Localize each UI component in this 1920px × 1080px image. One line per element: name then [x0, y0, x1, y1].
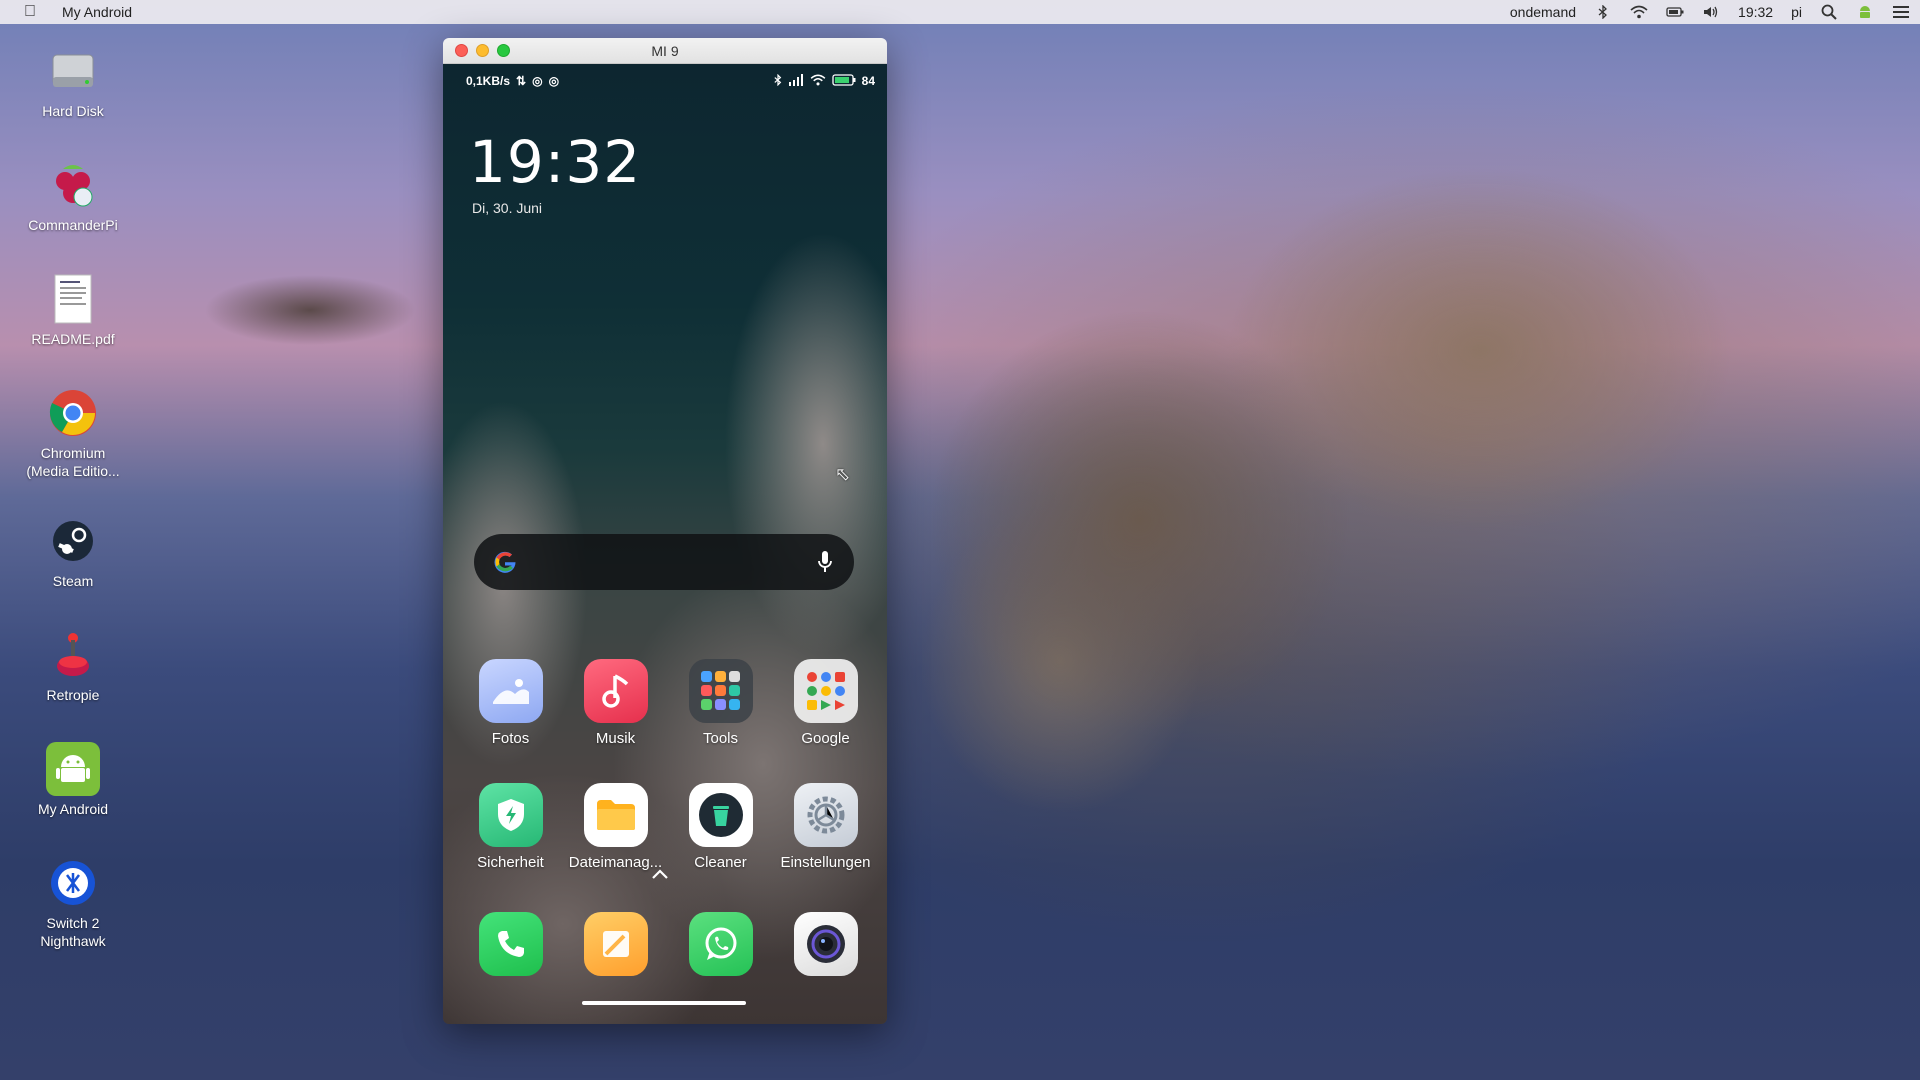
wifi-icon	[810, 74, 826, 89]
google-search-bar[interactable]	[474, 534, 854, 590]
app-tools-folder[interactable]: Tools	[668, 659, 773, 747]
chromium-icon	[46, 386, 100, 440]
app-fotos[interactable]: Fotos	[458, 659, 563, 747]
phone-status-bar: 0,1KB/s ⇅ ◎ ◎ 84	[443, 64, 887, 98]
desktop-item-label: CommanderPi	[28, 217, 118, 233]
retropie-icon	[46, 628, 100, 682]
menu-bar:  My Android ondemand 19:32 pi	[0, 0, 1920, 24]
app-label: Fotos	[491, 730, 530, 747]
desktop-item-label: Chromium (Media Editio...	[26, 445, 120, 479]
battery-icon[interactable]	[1666, 4, 1684, 20]
desktop-item-switch[interactable]: Switch 2 Nighthawk	[18, 856, 128, 950]
music-icon	[583, 659, 648, 723]
notification-icon: ◎	[532, 74, 543, 88]
desktop-item-my-android[interactable]: My Android	[18, 742, 128, 818]
sync-icon: ⇅	[516, 74, 527, 88]
microphone-icon[interactable]	[814, 547, 836, 577]
app-cleaner[interactable]: Cleaner	[668, 783, 773, 871]
desktop-item-label: Switch 2 Nighthawk	[40, 915, 106, 949]
chevron-up-icon[interactable]	[651, 864, 669, 885]
wallpaper-landmass	[880, 100, 1840, 860]
hard-disk-icon	[46, 44, 100, 98]
signal-icon	[788, 73, 804, 89]
bluetooth-icon[interactable]	[1594, 4, 1612, 20]
camera-icon	[793, 912, 858, 976]
volume-icon[interactable]	[1702, 4, 1720, 20]
phone-date: Di, 30. Juni	[472, 200, 543, 216]
desktop-item-readme[interactable]: README.pdf	[18, 272, 128, 348]
app-einstellungen[interactable]: Einstellungen	[773, 783, 878, 871]
wifi-icon[interactable]	[1630, 4, 1648, 20]
google-logo-icon	[492, 549, 518, 575]
desktop-item-label: Steam	[52, 573, 94, 589]
active-app-title[interactable]: My Android	[62, 4, 132, 20]
app-label: Tools	[702, 730, 739, 747]
desktop-item-chromium[interactable]: Chromium (Media Editio...	[18, 386, 128, 480]
menu-bar-clock[interactable]: 19:32	[1738, 4, 1773, 20]
tools-folder-icon	[688, 659, 753, 723]
menu-list-icon[interactable]	[1892, 4, 1910, 20]
app-sicherheit[interactable]: Sicherheit	[458, 783, 563, 871]
desktop-item-retropie[interactable]: Retropie	[18, 628, 128, 704]
apple-icon[interactable]: 	[18, 0, 42, 24]
notification-icon: ◎	[548, 74, 560, 88]
notes-icon	[583, 912, 648, 976]
mouse-cursor-icon: ⬁	[835, 464, 851, 484]
app-label: Musik	[595, 730, 636, 747]
desktop-item-label: Retropie	[46, 687, 100, 703]
dock-app-phone[interactable]	[458, 912, 563, 983]
bluetooth-icon	[774, 73, 782, 89]
battery-level: 84	[861, 74, 875, 88]
google-folder-icon	[793, 659, 858, 723]
app-label: Cleaner	[694, 854, 747, 871]
menu-bar-status: ondemand 19:32 pi	[1492, 4, 1920, 20]
desktop-item-label: My Android	[37, 801, 109, 817]
dock-app-whatsapp[interactable]	[668, 912, 773, 983]
app-label: Google	[801, 730, 850, 747]
android-icon[interactable]	[1856, 4, 1874, 20]
whatsapp-icon	[688, 912, 753, 976]
network-speed: 0,1KB/s	[466, 74, 511, 88]
settings-icon	[793, 783, 858, 847]
zoom-button[interactable]	[497, 44, 510, 57]
trash-icon	[688, 783, 753, 847]
battery-icon	[831, 73, 856, 89]
folder-icon	[583, 783, 648, 847]
gallery-icon	[478, 659, 543, 723]
phone-clock: 19:32	[469, 128, 642, 196]
dock-app-notes[interactable]	[563, 912, 668, 983]
switch-icon	[46, 856, 100, 910]
dock-app-camera[interactable]	[773, 912, 878, 983]
shield-icon	[478, 783, 543, 847]
app-google-folder[interactable]: Google	[773, 659, 878, 747]
steam-icon	[46, 514, 100, 568]
menu-bar-user[interactable]: pi	[1791, 4, 1802, 20]
phone-mirror-window[interactable]: MI 9 0,1KB/s ⇅ ◎ ◎ 84 19:32 Di, 30. Juni…	[443, 38, 887, 1024]
phone-icon	[478, 912, 543, 976]
status-user-label[interactable]: ondemand	[1510, 4, 1576, 20]
app-dateimanager[interactable]: Dateimanag...	[563, 783, 668, 871]
app-label: Sicherheit	[477, 854, 544, 871]
raspberry-pi-icon	[46, 158, 100, 212]
app-label: Einstellungen	[780, 854, 871, 871]
app-musik[interactable]: Musik	[563, 659, 668, 747]
wallpaper-island	[150, 240, 450, 360]
desktop-item-hard-disk[interactable]: Hard Disk	[18, 44, 128, 120]
search-icon[interactable]	[1820, 4, 1838, 20]
desktop-item-steam[interactable]: Steam	[18, 514, 128, 590]
phone-screen[interactable]: 0,1KB/s ⇅ ◎ ◎ 84 19:32 Di, 30. Juni ⬁ Fo…	[443, 64, 887, 1024]
close-button[interactable]	[455, 44, 468, 57]
android-icon	[46, 742, 100, 796]
desktop-item-commanderpi[interactable]: CommanderPi	[18, 158, 128, 234]
document-icon	[46, 272, 100, 326]
window-titlebar[interactable]: MI 9	[443, 38, 887, 64]
minimize-button[interactable]	[476, 44, 489, 57]
home-indicator[interactable]	[582, 1001, 746, 1005]
desktop-item-label: Hard Disk	[42, 103, 104, 119]
desktop-item-label: README.pdf	[31, 331, 115, 347]
